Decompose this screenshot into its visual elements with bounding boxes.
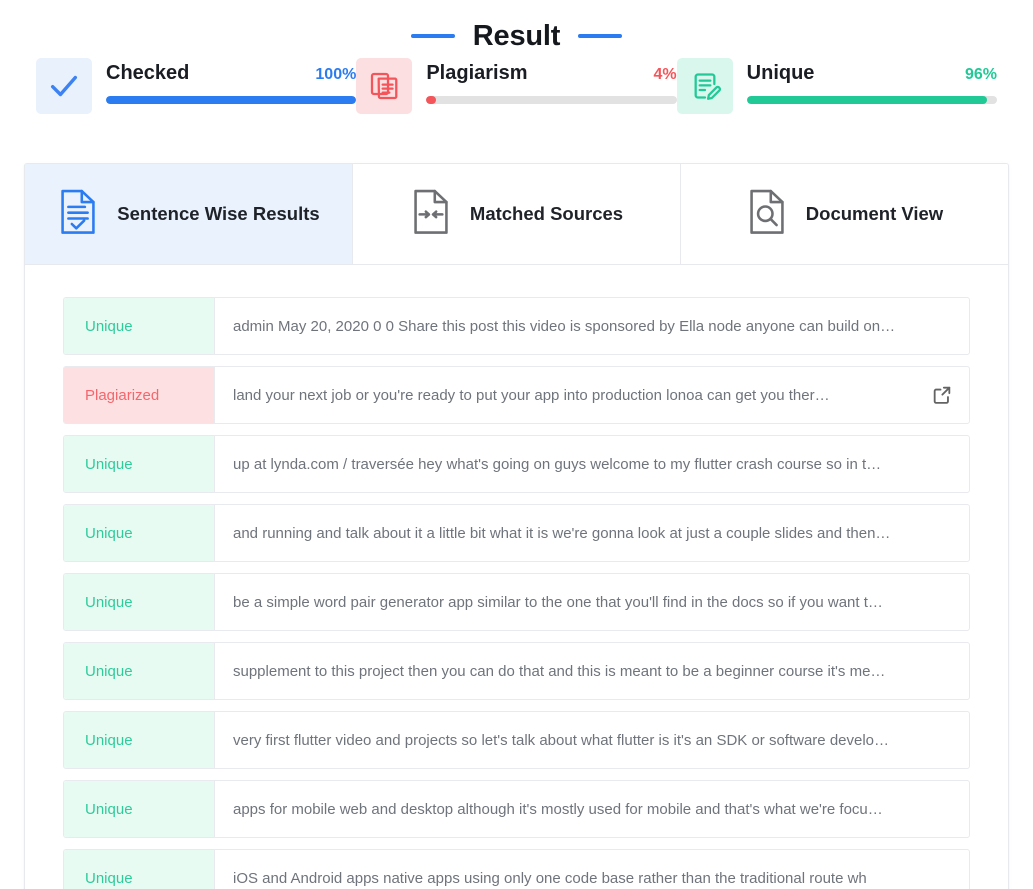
sentence-text: admin May 20, 2020 0 0 Share this post t… (215, 298, 915, 354)
progress-fill-checked (106, 96, 357, 104)
row-action-placeholder (915, 712, 969, 768)
status-badge: Unique (64, 574, 215, 630)
results-panel: Sentence Wise Results Matched Sources Do… (24, 163, 1009, 889)
sentence-text: supplement to this project then you can … (215, 643, 915, 699)
title-rule-left (410, 34, 455, 38)
sentence-text-value: iOS and Android apps native apps using o… (233, 869, 867, 887)
sentence-text-value: very first flutter video and projects so… (233, 731, 897, 749)
tab-document-view[interactable]: Document View (681, 164, 1008, 264)
external-link-icon[interactable] (915, 367, 969, 423)
tab-label-sentence-wise-results: Sentence Wise Results (117, 203, 320, 224)
tab-bar: Sentence Wise Results Matched Sources Do… (25, 164, 1008, 265)
status-badge: Unique (64, 298, 215, 354)
result-row: Unique iOS and Android apps native apps u… (63, 849, 970, 889)
result-row: Plagiarized land your next job or you're … (63, 366, 970, 424)
document-check-icon (57, 188, 99, 241)
result-row: Unique apps for mobile web and desktop al… (63, 780, 970, 838)
document-arrows-icon (410, 188, 452, 241)
sentence-text: land your next job or you're ready to pu… (215, 367, 915, 423)
sentence-text-value: be a simple word pair generator app simi… (233, 593, 883, 611)
row-action-placeholder (915, 643, 969, 699)
stat-percent-checked: 100% (315, 66, 357, 83)
result-row: Unique be a simple word pair generator ap… (63, 573, 970, 631)
tab-label-document-view: Document View (805, 203, 944, 224)
row-action-placeholder (915, 436, 969, 492)
row-action-placeholder (915, 574, 969, 630)
row-action-placeholder (915, 505, 969, 561)
result-row: Unique and running and talk about it a li… (63, 504, 970, 562)
results-list: Unique admin May 20, 2020 0 0 Share this … (25, 265, 1008, 889)
progress-track-unique (746, 96, 997, 104)
progress-track-checked (106, 96, 357, 104)
title-rule-right (578, 34, 623, 38)
stat-card-plagiarism: Plagiarism 4% (356, 58, 677, 114)
status-badge: Unique (64, 643, 215, 699)
stat-percent-unique: 96% (964, 66, 997, 83)
sentence-text-value: and running and talk about it a little b… (233, 524, 891, 542)
sentence-text: and running and talk about it a little b… (215, 505, 915, 561)
document-edit-icon (676, 58, 733, 114)
sentence-text-value: admin May 20, 2020 0 0 Share this post t… (233, 317, 897, 335)
sentence-text-value: apps for mobile web and desktop although… (233, 800, 883, 818)
progress-fill-unique (746, 96, 987, 104)
stats-row: Checked 100% Plagiarism 4% Unique 96% (0, 50, 1033, 114)
stat-card-checked: Checked 100% (36, 58, 357, 114)
sentence-text: very first flutter video and projects so… (215, 712, 915, 768)
page-title: Result (472, 19, 561, 52)
documents-copy-icon (356, 58, 413, 114)
result-row: Unique admin May 20, 2020 0 0 Share this … (63, 297, 970, 355)
status-badge: Unique (64, 712, 215, 768)
stat-label-checked: Checked (106, 62, 190, 84)
progress-track-plagiarism (426, 96, 677, 104)
result-row: Unique up at lynda.com / traversée hey wh… (63, 435, 970, 493)
stat-label-unique: Unique (746, 62, 815, 84)
check-icon (36, 58, 92, 114)
page-header: Result (0, 0, 1033, 52)
status-badge: Plagiarized (64, 367, 215, 423)
status-badge: Unique (64, 505, 215, 561)
status-badge: Unique (64, 850, 215, 889)
sentence-text-value: supplement to this project then you can … (233, 662, 886, 680)
sentence-text: up at lynda.com / traversée hey what's g… (215, 436, 915, 492)
tab-matched-sources[interactable]: Matched Sources (353, 164, 681, 264)
row-action-placeholder (915, 298, 969, 354)
result-row: Unique very first flutter video and proje… (63, 711, 970, 769)
sentence-text: be a simple word pair generator app simi… (215, 574, 915, 630)
sentence-text: apps for mobile web and desktop although… (215, 781, 915, 837)
stat-percent-plagiarism: 4% (653, 66, 677, 83)
status-badge: Unique (64, 781, 215, 837)
tab-sentence-wise-results[interactable]: Sentence Wise Results (25, 164, 353, 264)
result-row: Unique supplement to this project then yo… (63, 642, 970, 700)
result-page: Result Checked 100% Plagiarism 4% Unique… (0, 0, 1033, 889)
tab-label-matched-sources: Matched Sources (469, 203, 624, 224)
progress-fill-plagiarism (426, 96, 437, 104)
stat-label-plagiarism: Plagiarism (426, 62, 528, 84)
row-action-placeholder (915, 850, 969, 889)
stat-card-unique: Unique 96% (676, 58, 997, 114)
row-action-placeholder (915, 781, 969, 837)
status-badge: Unique (64, 436, 215, 492)
sentence-text: iOS and Android apps native apps using o… (215, 850, 915, 889)
document-search-icon (746, 188, 788, 241)
sentence-text-value: land your next job or you're ready to pu… (233, 386, 830, 404)
sentence-text-value: up at lynda.com / traversée hey what's g… (233, 455, 882, 473)
